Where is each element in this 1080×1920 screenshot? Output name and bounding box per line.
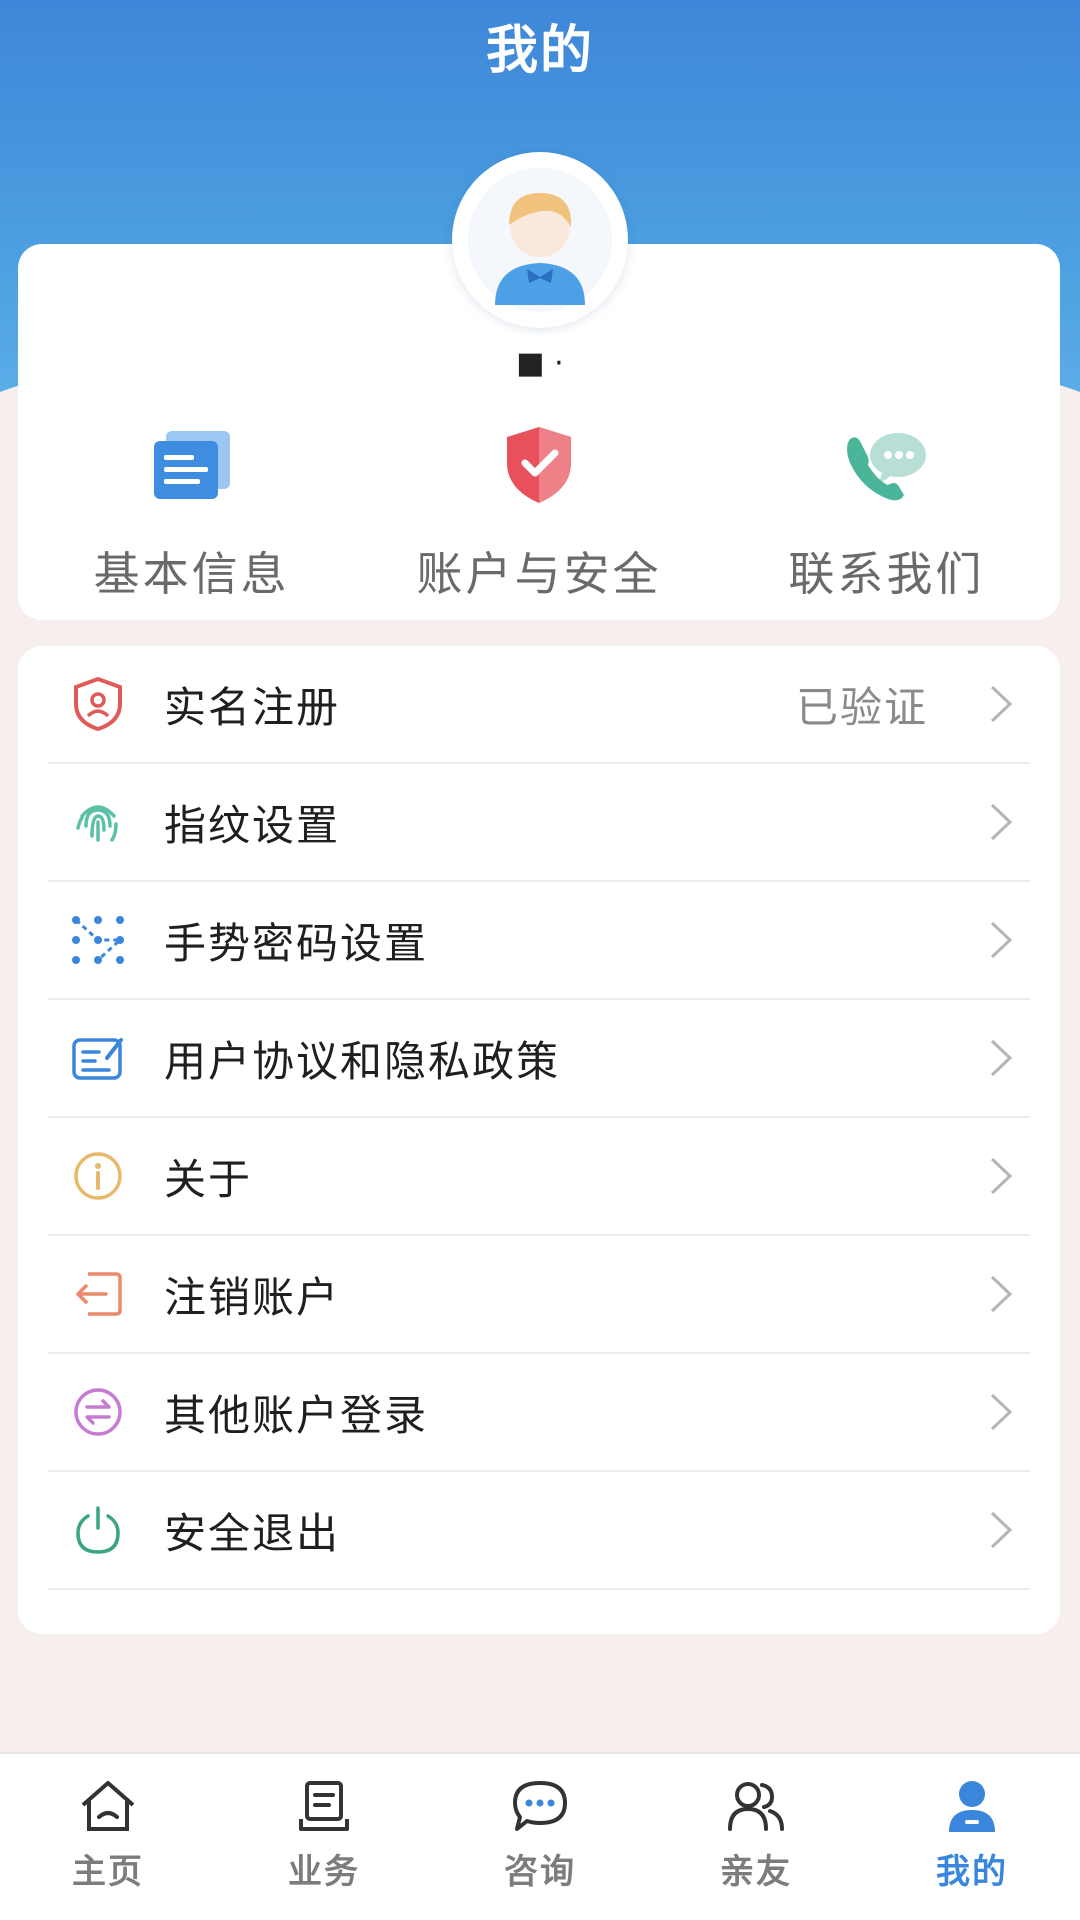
user-icon [942,1776,1002,1836]
exit-door-icon [68,1264,128,1324]
shield-check-icon [494,420,584,510]
settings-menu: 实名注册 已验证 指纹设置 手势密码设置 用户协议和隐私政策 关于 注销账户 其… [18,646,1060,1634]
chevron-right-icon [986,682,1016,726]
chevron-right-icon [986,918,1016,962]
fingerprint-icon [68,792,128,852]
quick-basic-info[interactable]: 基本信息 [18,420,365,610]
chevron-right-icon [986,1508,1016,1552]
menu-label: 其他账户登录 [164,1390,429,1440]
quick-label: 账户与安全 [416,547,662,601]
contacts-icon [726,1776,786,1836]
chat-bubble-icon [510,1776,570,1836]
username: ■ · [516,346,564,381]
tab-label: 业务 [288,1852,360,1892]
tab-label: 亲友 [720,1852,792,1892]
verified-status: 已验证 [795,682,928,732]
chevron-right-icon [986,1272,1016,1316]
tab-label: 我的 [936,1852,1008,1892]
menu-item-logout[interactable]: 安全退出 [48,1472,1030,1590]
menu-label: 手势密码设置 [164,918,429,968]
quick-account-security[interactable]: 账户与安全 [365,420,712,610]
chevron-right-icon [986,800,1016,844]
avatar-icon [468,168,612,312]
tab-label: 咨询 [504,1852,576,1892]
menu-item-fingerprint[interactable]: 指纹设置 [48,764,1030,882]
phone-chat-icon [841,420,931,510]
quick-actions: 基本信息 账户与安全 联系我们 [18,420,1060,610]
quick-label: 联系我们 [788,547,985,601]
quick-contact-us[interactable]: 联系我们 [713,420,1060,610]
avatar[interactable] [452,152,628,328]
menu-item-user-agreement[interactable]: 用户协议和隐私政策 [48,1000,1030,1118]
menu-label: 安全退出 [164,1508,341,1558]
chevron-right-icon [986,1036,1016,1080]
tab-consult[interactable]: 咨询 [432,1754,648,1920]
menu-label: 用户协议和隐私政策 [164,1036,561,1086]
agreement-icon [68,1028,128,1088]
id-card-icon [147,420,237,510]
menu-label: 实名注册 [164,682,341,732]
tab-home[interactable]: 主页 [0,1754,216,1920]
menu-item-gesture-password[interactable]: 手势密码设置 [48,882,1030,1000]
page-title: 我的 [485,21,594,81]
power-icon [68,1500,128,1560]
chevron-right-icon [986,1390,1016,1434]
tab-business[interactable]: 业务 [216,1754,432,1920]
tab-friends[interactable]: 亲友 [648,1754,864,1920]
switch-account-icon [68,1382,128,1442]
verified-shield-icon [68,674,128,734]
tab-mine[interactable]: 我的 [864,1754,1080,1920]
gesture-pattern-icon [68,910,128,970]
menu-label: 关于 [164,1154,253,1204]
chevron-right-icon [986,1154,1016,1198]
menu-label: 指纹设置 [164,800,341,850]
bottom-tab-bar: 主页 业务 咨询 亲友 我的 [0,1752,1080,1920]
business-icon [294,1776,354,1836]
home-icon [78,1776,138,1836]
menu-item-about[interactable]: 关于 [48,1118,1030,1236]
menu-item-real-name[interactable]: 实名注册 已验证 [48,646,1030,764]
menu-label: 注销账户 [164,1272,341,1322]
menu-item-cancel-account[interactable]: 注销账户 [48,1236,1030,1354]
info-icon [68,1146,128,1206]
quick-label: 基本信息 [93,547,290,601]
tab-label: 主页 [72,1852,144,1892]
menu-item-other-account-login[interactable]: 其他账户登录 [48,1354,1030,1472]
